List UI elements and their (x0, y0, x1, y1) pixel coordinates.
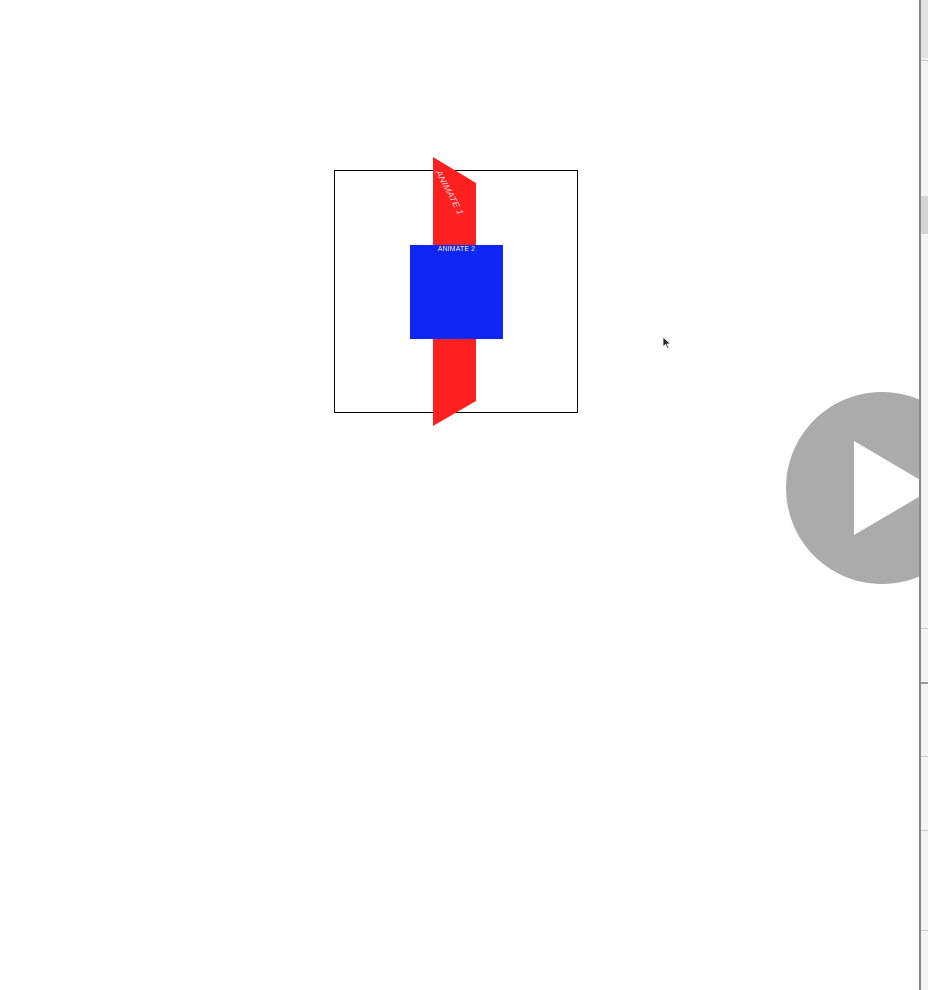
scrollbar-divider (921, 830, 928, 831)
scrollbar-divider (921, 756, 928, 757)
scrollbar-divider (921, 682, 928, 684)
scrollbar-divider (921, 628, 928, 629)
play-button[interactable] (786, 392, 928, 584)
page: ANIMATE 1 ANIMATE 2 (0, 0, 928, 990)
blue-box-label: ANIMATE 2 (437, 246, 476, 253)
scrollbar-segment (921, 0, 928, 58)
scrollbar-divider (921, 930, 928, 931)
mouse-pointer-icon (662, 336, 672, 350)
scrollbar[interactable] (919, 0, 928, 990)
animate-2-box[interactable]: ANIMATE 2 (410, 245, 503, 339)
scrollbar-divider (921, 60, 928, 61)
scrollbar-thumb[interactable] (921, 196, 928, 234)
